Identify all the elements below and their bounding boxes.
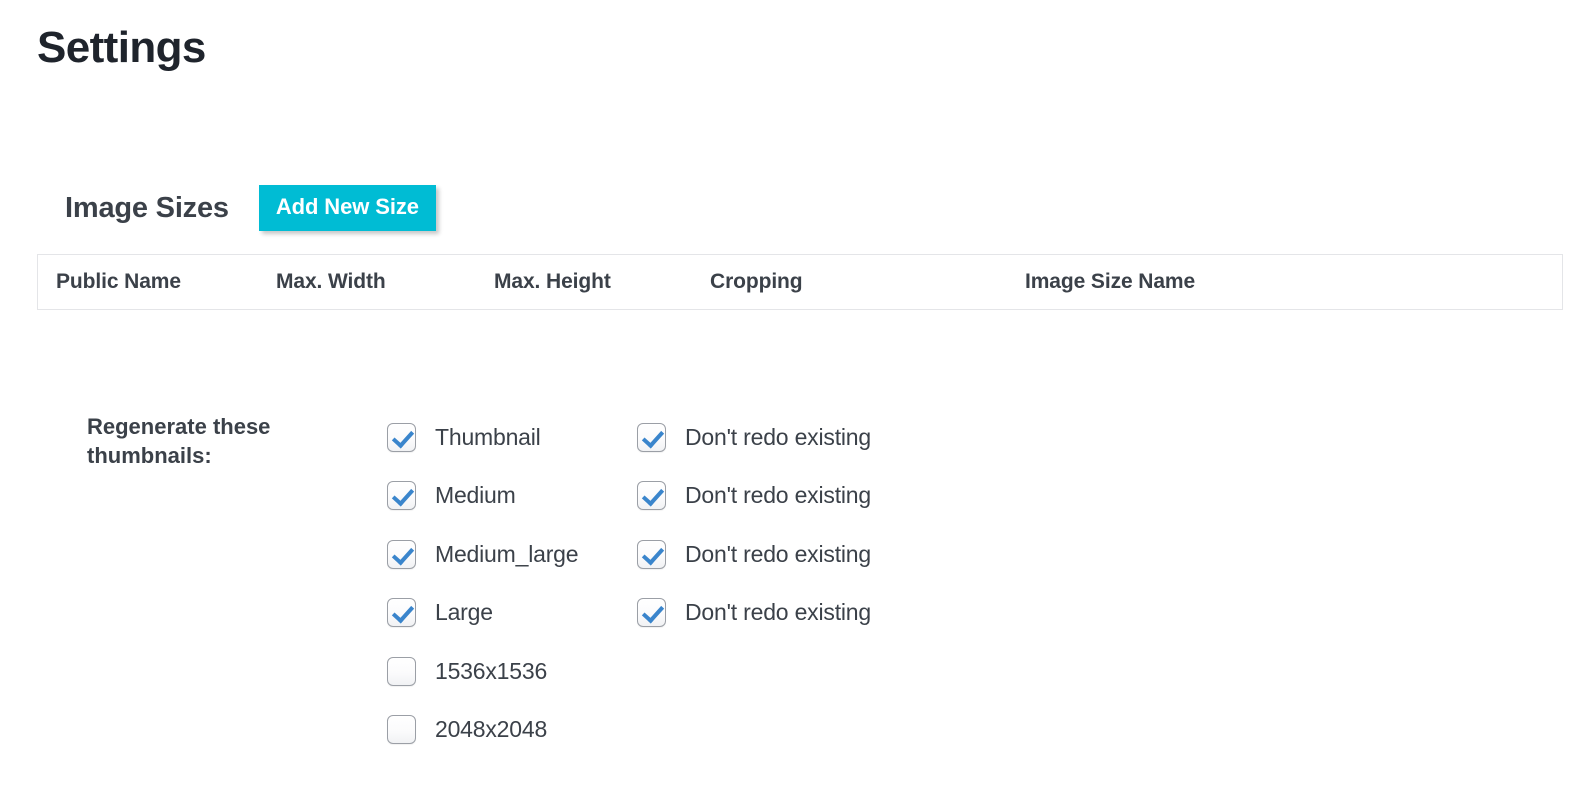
dont-redo-checkbox-group: Don't redo existing [637, 481, 871, 510]
dont-redo-existing-checkbox[interactable] [637, 598, 666, 627]
page-title: Settings [37, 26, 206, 70]
size-checkbox-label: 2048x2048 [435, 718, 547, 741]
column-header-max-width: Max. Width [276, 255, 494, 310]
regenerate-option-row: Large Don't redo existing [387, 584, 887, 643]
size-checkbox[interactable] [387, 481, 416, 510]
size-checkbox-group: 2048x2048 [387, 715, 637, 744]
size-checkbox-label: Medium_large [435, 543, 578, 566]
dont-redo-checkbox-group: Don't redo existing [637, 540, 871, 569]
image-sizes-section-header: Image Sizes Add New Size [37, 185, 436, 231]
regenerate-thumbnails-section: Regenerate these thumbnails: Thumbnail Do… [37, 408, 887, 759]
dont-redo-existing-label: Don't redo existing [685, 543, 871, 566]
column-header-cropping: Cropping [710, 255, 1025, 310]
size-checkbox[interactable] [387, 423, 416, 452]
dont-redo-existing-checkbox[interactable] [637, 423, 666, 452]
size-checkbox[interactable] [387, 657, 416, 686]
size-checkbox-label: Thumbnail [435, 426, 541, 449]
dont-redo-existing-checkbox[interactable] [637, 540, 666, 569]
image-sizes-table: Public Name Max. Width Max. Height Cropp… [37, 254, 1563, 310]
table-header: Public Name Max. Width Max. Height Cropp… [38, 255, 1563, 310]
column-header-max-height: Max. Height [494, 255, 710, 310]
column-header-public-name: Public Name [38, 255, 277, 310]
table-header-row: Public Name Max. Width Max. Height Cropp… [38, 255, 1563, 310]
column-header-image-size-name: Image Size Name [1025, 255, 1563, 310]
add-new-size-button[interactable]: Add New Size [259, 185, 436, 231]
size-checkbox-label: 1536x1536 [435, 660, 547, 683]
dont-redo-existing-label: Don't redo existing [685, 484, 871, 507]
size-checkbox-group: Medium_large [387, 540, 637, 569]
regenerate-option-row: Medium Don't redo existing [387, 467, 887, 526]
dont-redo-checkbox-group: Don't redo existing [637, 598, 871, 627]
size-checkbox-label: Large [435, 601, 493, 624]
dont-redo-existing-label: Don't redo existing [685, 426, 871, 449]
regenerate-option-row: 1536x1536 [387, 642, 887, 701]
regenerate-option-row: Medium_large Don't redo existing [387, 525, 887, 584]
size-checkbox-group: Large [387, 598, 637, 627]
size-checkbox-label: Medium [435, 484, 516, 507]
size-checkbox-group: Medium [387, 481, 637, 510]
size-checkbox[interactable] [387, 540, 416, 569]
dont-redo-existing-label: Don't redo existing [685, 601, 871, 624]
regenerate-option-row: Thumbnail Don't redo existing [387, 408, 887, 467]
size-checkbox-group: 1536x1536 [387, 657, 637, 686]
regenerate-options-list: Thumbnail Don't redo existing Medium Don't … [387, 408, 887, 759]
size-checkbox[interactable] [387, 598, 416, 627]
size-checkbox-group: Thumbnail [387, 423, 637, 452]
section-heading-image-sizes: Image Sizes [37, 194, 259, 223]
regenerate-thumbnails-label: Regenerate these thumbnails: [37, 408, 387, 470]
regenerate-option-row: 2048x2048 [387, 701, 887, 760]
dont-redo-existing-checkbox[interactable] [637, 481, 666, 510]
dont-redo-checkbox-group: Don't redo existing [637, 423, 871, 452]
size-checkbox[interactable] [387, 715, 416, 744]
